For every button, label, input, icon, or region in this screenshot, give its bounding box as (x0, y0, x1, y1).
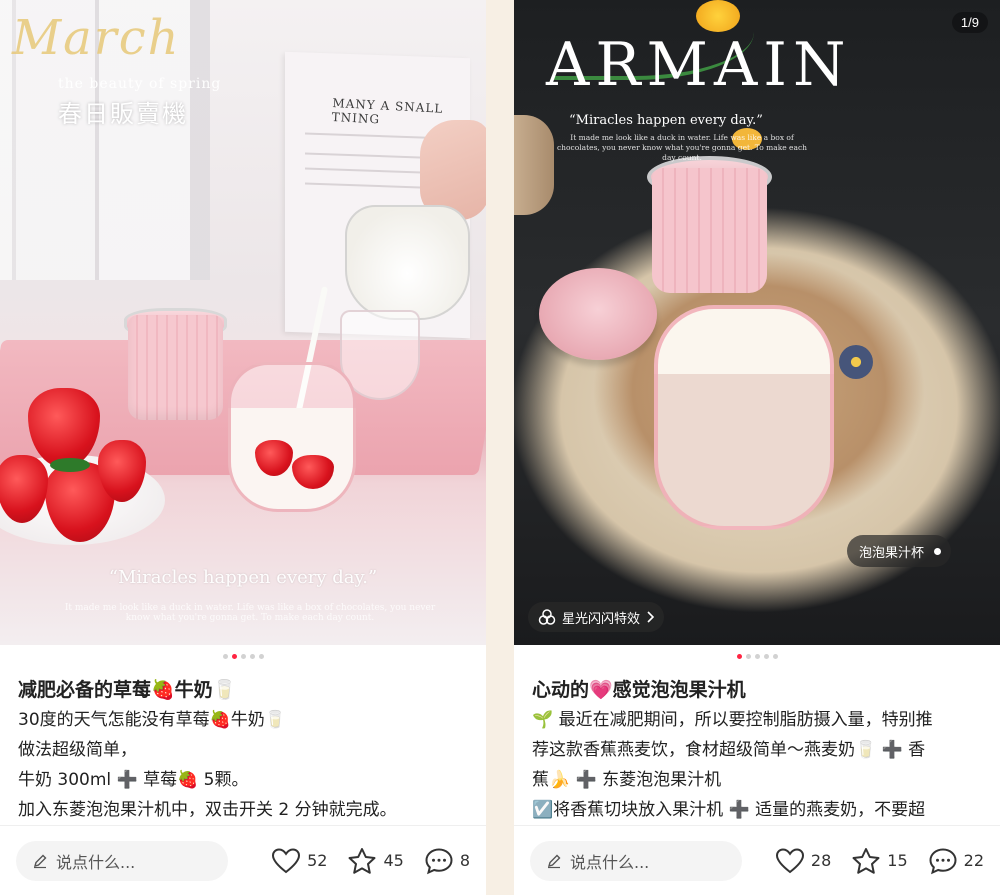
photo-subtitle-zh: 春日販賣機 (58, 100, 188, 128)
post-text-line: ☑️将香蕉切块放入果汁机 ➕ 适量的燕麦奶，不要超 (532, 800, 926, 820)
like-button[interactable]: 52 (271, 847, 327, 875)
effect-chip[interactable]: 星光闪闪特效 (528, 602, 665, 632)
photo-script-title: March (12, 10, 181, 66)
brand-title: ARMAIN (546, 30, 852, 100)
yellow-flower (696, 0, 740, 32)
action-group: 52 45 8 (271, 847, 470, 875)
pink-lid (539, 268, 657, 360)
post-title: 减肥必备的草莓🍓牛奶🥛 (18, 679, 237, 701)
star-icon (852, 847, 880, 874)
post-card-right: ARMAIN “Miracles happen every day.” It m… (514, 0, 1000, 895)
interaction-bar: 说点什么... 52 45 8 (0, 825, 486, 895)
tag-dot-icon (934, 547, 942, 555)
comment-input[interactable]: 说点什么... (530, 840, 742, 881)
collect-count: 45 (383, 851, 404, 870)
post-title: 心动的💗感觉泡泡果汁机 (532, 679, 746, 701)
collect-button[interactable]: 45 (347, 847, 404, 875)
comment-button[interactable]: 8 (424, 847, 470, 875)
feed-page: March the beauty of spring 春日販賣機 MANY A … (0, 0, 1000, 895)
product-tag[interactable]: 泡泡果汁杯 (847, 535, 952, 567)
post-text-line: 🌱 最近在减肥期间，所以要控制脂肪摄入量，特别推 (532, 710, 933, 730)
glass-jar (228, 362, 356, 512)
carousel-dot[interactable] (249, 654, 255, 659)
post-text-line: 加入东菱泡泡果汁机中，双击开关 2 分钟就完成。 (18, 800, 397, 820)
carousel-dot[interactable] (754, 654, 760, 659)
image-counter: 1/9 (951, 12, 988, 33)
star-icon (348, 847, 376, 874)
photo-subtitle-en: the beauty of spring (58, 76, 222, 92)
comment-count: 8 (459, 851, 470, 870)
comment-count: 22 (963, 851, 984, 870)
heart-icon (775, 847, 804, 873)
photo-quote-small: It made me look like a duck in water. Li… (556, 133, 807, 162)
post-image-right[interactable]: ARMAIN “Miracles happen every day.” It m… (514, 0, 1000, 645)
like-button[interactable]: 28 (775, 847, 831, 875)
photo-quote-small: It made me look like a duck in water. Li… (64, 603, 436, 623)
action-group: 28 15 22 (775, 847, 984, 875)
carousel-dot[interactable] (222, 654, 228, 659)
comment-icon (425, 847, 453, 874)
interaction-bar: 说点什么... 28 15 22 (514, 825, 1000, 895)
post-card-left: March the beauty of spring 春日販賣機 MANY A … (0, 0, 486, 895)
post-text-line: 30度的天气怎能没有草莓🍓牛奶🥛 (18, 710, 286, 730)
milk-pitcher (345, 205, 470, 320)
post-text-line: 荐这款香蕉燕麦饮，食材超级简单～燕麦奶🥛 ➕ 香 (532, 740, 926, 760)
photo-quote: “Miracles happen every day.” (569, 113, 763, 128)
carousel-dots (0, 654, 486, 659)
leaf (50, 458, 90, 472)
carousel-dot-active[interactable] (231, 654, 237, 659)
post-text-line: 牛奶 300ml ➕ 草莓🍓 5颗。 (18, 770, 249, 790)
comment-placeholder: 说点什么... (570, 852, 650, 872)
comment-icon (929, 847, 957, 874)
effect-icon (538, 609, 556, 625)
carousel-dot[interactable] (763, 654, 769, 659)
post-caption: 减肥必备的草莓🍓牛奶🥛 30度的天气怎能没有草莓🍓牛奶🥛 做法超级简单， 牛奶 … (18, 675, 472, 825)
effect-label: 星光闪闪特效 (562, 611, 641, 627)
comment-button[interactable]: 22 (928, 847, 984, 875)
pencil-icon (33, 854, 47, 868)
post-text-line: 蕉🍌 ➕ 东菱泡泡果汁机 (532, 770, 722, 790)
post-caption: 心动的💗感觉泡泡果汁机 🌱 最近在减肥期间，所以要控制脂肪摄入量，特别推 荐这款… (532, 675, 986, 825)
juicer-cup (654, 305, 834, 530)
post-text-line: 做法超级简单， (18, 740, 137, 760)
like-count: 28 (810, 851, 832, 870)
carousel-dot[interactable] (258, 654, 264, 659)
pink-canister (128, 315, 223, 420)
heart-icon (272, 847, 301, 873)
carousel-dot[interactable] (772, 654, 778, 659)
pencil-icon (547, 854, 561, 868)
comment-input[interactable]: 说点什么... (16, 840, 228, 881)
chevron-right-icon (647, 611, 655, 623)
collect-count: 15 (887, 851, 908, 870)
post-image-left[interactable]: March the beauty of spring 春日販賣機 MANY A … (0, 0, 486, 645)
flower-clip (839, 345, 873, 379)
pink-pot (652, 168, 767, 293)
carousel-dot-active[interactable] (736, 654, 742, 659)
photo-quote: “Miracles happen every day.” (108, 567, 378, 588)
carousel-dot[interactable] (240, 654, 246, 659)
vase (514, 115, 554, 215)
column-gap (486, 0, 514, 895)
like-count: 52 (307, 851, 328, 870)
collect-button[interactable]: 15 (851, 847, 908, 875)
product-tag-label: 泡泡果汁杯 (859, 545, 925, 561)
carousel-dots (514, 654, 1000, 659)
carousel-dot[interactable] (745, 654, 751, 659)
comment-placeholder: 说点什么... (56, 852, 136, 872)
